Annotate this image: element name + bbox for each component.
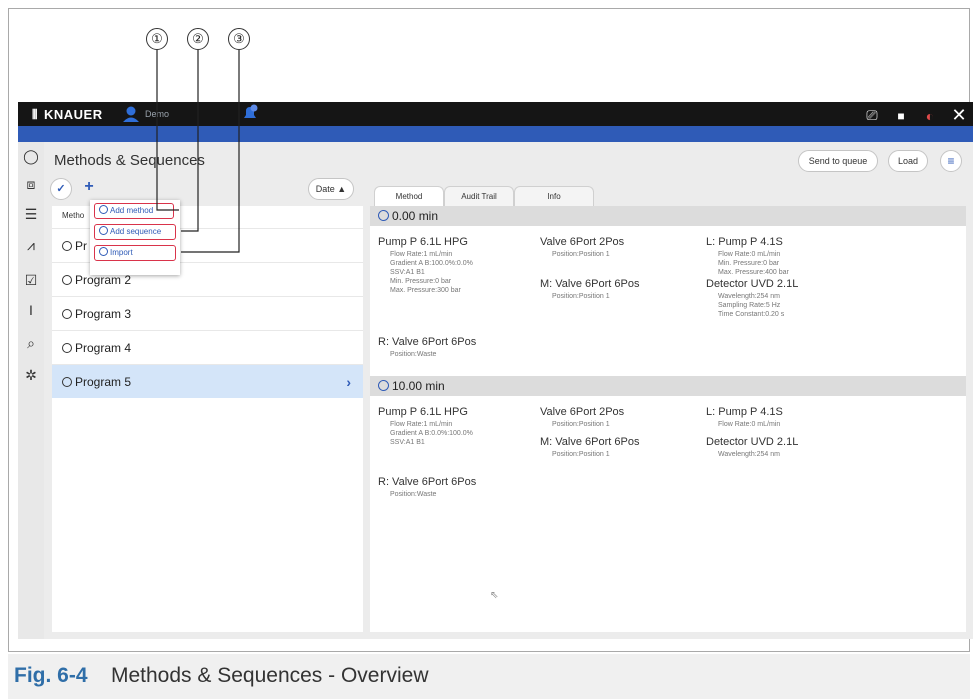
- logo-bars-icon: ⫴: [32, 107, 38, 122]
- notification-bell-icon[interactable]: [240, 103, 260, 123]
- method-icon: [62, 241, 72, 251]
- callout-3: ③: [228, 28, 250, 50]
- send-to-queue-button[interactable]: Send to queue: [798, 150, 878, 172]
- method-icon: [62, 377, 72, 387]
- mouse-cursor-icon: ⇖: [490, 590, 499, 601]
- add-method-menu-item[interactable]: Add method: [94, 203, 174, 219]
- page-title: Methods & Sequences: [54, 152, 205, 169]
- method-icon: [62, 275, 72, 285]
- title-bar: ⫴ KNAUER Demo ⎚ ■ ◐ ✕: [18, 102, 973, 126]
- add-sequence-menu-item[interactable]: Add sequence: [94, 224, 176, 240]
- power-icon[interactable]: ◐: [922, 108, 938, 124]
- tab-method[interactable]: Method: [374, 186, 444, 206]
- list-item[interactable]: Program 4: [52, 330, 363, 364]
- time-step-header: 10.00 min: [370, 376, 966, 396]
- clock-icon: [378, 380, 389, 391]
- import-icon: [99, 247, 108, 256]
- methods-tab-label[interactable]: Metho: [62, 211, 84, 220]
- device-block: Valve 6Port 2Pos Position:Position 1: [540, 406, 625, 428]
- select-button[interactable]: ✓: [50, 178, 72, 200]
- sequence-icon: [99, 226, 108, 235]
- checkmark-icon: ✓: [56, 183, 66, 195]
- device-block: Pump P 6.1L HPG Flow Rate:1 mL/min Gradi…: [378, 406, 473, 446]
- device-block: Detector UVD 2.1L Wavelength:254 nm: [706, 436, 799, 458]
- callout-2: ②: [187, 28, 209, 50]
- import-menu-item[interactable]: Import: [94, 245, 176, 261]
- settings-nav-icon[interactable]: ✲: [23, 367, 39, 383]
- time-step-header: 0.00 min: [370, 206, 966, 226]
- figure: ① ② ③ ⫴ KNAUER Demo ⎚ ■ ◐ ✕ ◯ ⧈ ☰ ⩘ ☑ I …: [0, 0, 979, 699]
- device-block: M: Valve 6Port 6Pos Position:Position 1: [540, 278, 640, 300]
- device-block: Detector UVD 2.1L Wavelength:254 nm Samp…: [706, 278, 799, 318]
- callout-1: ①: [146, 28, 168, 50]
- clock-icon: [378, 210, 389, 221]
- navigation-rail: ◯ ⧈ ☰ ⩘ ☑ I ⌕ ✲: [18, 142, 44, 639]
- chart-nav-icon[interactable]: ⩘: [23, 237, 39, 253]
- sort-date-button[interactable]: Date ▲: [308, 178, 354, 200]
- plus-icon: +: [84, 178, 94, 195]
- hamburger-icon: ≡: [947, 154, 955, 168]
- search-nav-icon[interactable]: ⌕: [23, 335, 39, 351]
- user-icon[interactable]: [122, 105, 140, 123]
- knauer-logo: ⫴ KNAUER: [32, 107, 103, 122]
- accent-bar: [18, 126, 973, 142]
- method-icon: [99, 205, 108, 214]
- tab-info[interactable]: Info: [514, 186, 594, 206]
- monitor-icon[interactable]: ⎚: [864, 107, 880, 124]
- chevron-right-icon: ›: [346, 374, 351, 390]
- close-icon[interactable]: ✕: [951, 105, 967, 126]
- method-icon: [62, 343, 72, 353]
- log-nav-icon[interactable]: I: [23, 302, 39, 318]
- device-block: M: Valve 6Port 6Pos Position:Position 1: [540, 436, 640, 458]
- method-detail-panel: Method Audit Trail Info 0.00 min Pump P …: [370, 186, 966, 632]
- menu-button[interactable]: ≡: [940, 150, 962, 172]
- add-button[interactable]: +: [78, 178, 100, 200]
- method-icon: [62, 309, 72, 319]
- app-window: ⫴ KNAUER Demo ⎚ ■ ◐ ✕ ◯ ⧈ ☰ ⩘ ☑ I ⌕ ✲ Me…: [18, 102, 973, 639]
- caption-text: Methods & Sequences - Overview: [111, 664, 429, 687]
- titlebar-icons: ⎚ ■ ◐ ✕: [864, 105, 967, 126]
- methods-nav-icon[interactable]: ◯: [23, 148, 39, 164]
- user-name: Demo: [145, 109, 170, 119]
- list-item[interactable]: Program 3: [52, 296, 363, 330]
- device-block: R: Valve 6Port 6Pos Position:Waste: [378, 336, 477, 358]
- add-menu: Add method Add sequence Import: [90, 200, 180, 275]
- load-button[interactable]: Load: [888, 150, 928, 172]
- list-nav-icon[interactable]: ☰: [23, 206, 39, 222]
- device-block: Valve 6Port 2Pos Position:Position 1: [540, 236, 625, 258]
- device-block: R: Valve 6Port 6Pos Position:Waste: [378, 476, 477, 498]
- device-block: Pump P 6.1L HPG Flow Rate:1 mL/min Gradi…: [378, 236, 473, 294]
- device-block: L: Pump P 4.1S Flow Rate:0 mL/min Min. P…: [706, 236, 789, 276]
- list-item-selected[interactable]: Program 5 ›: [52, 364, 363, 398]
- device-block: L: Pump P 4.1S Flow Rate:0 mL/min: [706, 406, 783, 428]
- checklist-nav-icon[interactable]: ☑: [23, 272, 39, 288]
- lock-icon[interactable]: ■: [893, 109, 909, 123]
- tab-audit-trail[interactable]: Audit Trail: [444, 186, 514, 206]
- figure-caption: Fig. 6-4 Methods & Sequences - Overview: [8, 654, 970, 699]
- caption-number: Fig. 6-4: [14, 664, 88, 687]
- system-nav-icon[interactable]: ⧈: [23, 176, 39, 192]
